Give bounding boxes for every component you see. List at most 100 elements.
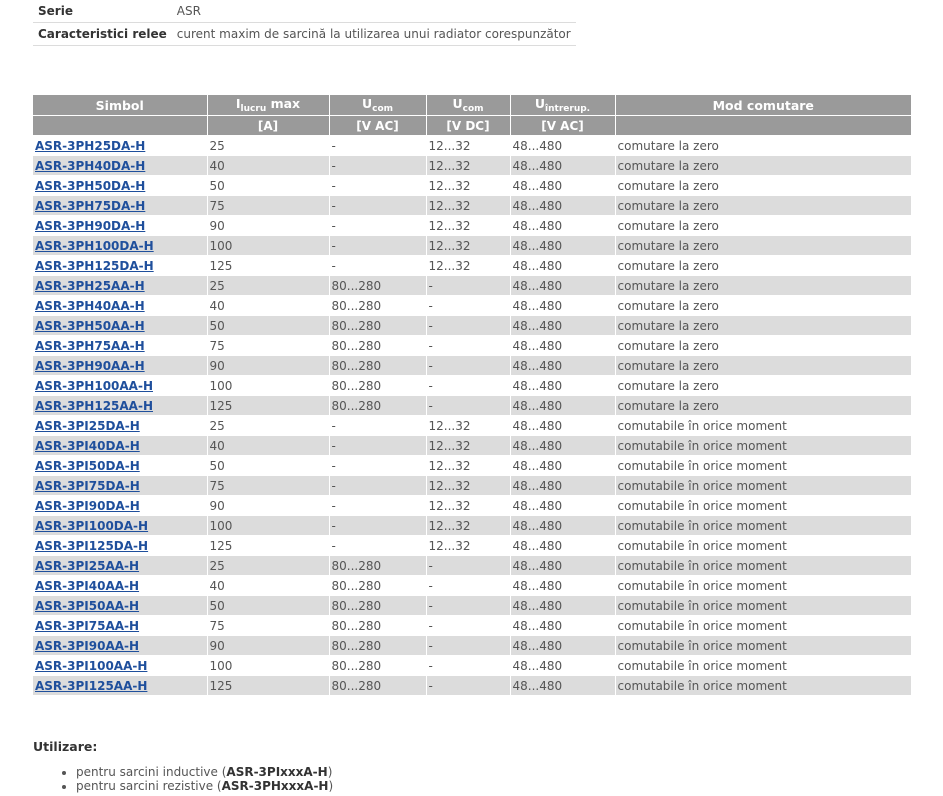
ucom-ac-cell: - bbox=[328, 455, 426, 476]
product-link[interactable]: ASR-3PI90AA-H bbox=[35, 639, 139, 653]
product-link[interactable]: ASR-3PI40AA-H bbox=[35, 579, 139, 593]
ucom-ac-cell: - bbox=[328, 175, 426, 196]
table-row: ASR-3PH90DA-H 90-12...32 48...480 comutare … bbox=[33, 215, 911, 236]
info-label: Caracteristici relee bbox=[33, 22, 172, 46]
product-link[interactable]: ASR-3PI125AA-H bbox=[35, 679, 147, 693]
product-link[interactable]: ASR-3PH100DA-H bbox=[35, 239, 154, 253]
product-link[interactable]: ASR-3PH100AA-H bbox=[35, 379, 153, 393]
product-link[interactable]: ASR-3PI25DA-H bbox=[35, 419, 140, 433]
table-row: ASR-3PI125AA-H 125 80...280-48...480 comuta… bbox=[33, 675, 911, 695]
ucom-dc-cell: 12...32 bbox=[425, 535, 510, 556]
current-cell: 40 bbox=[206, 155, 329, 176]
table-row: ASR-3PH100DA-H 100-12...32 48...480 comutar… bbox=[33, 235, 911, 256]
current-cell: 125 bbox=[206, 255, 329, 276]
product-link[interactable]: ASR-3PI100DA-H bbox=[35, 519, 148, 533]
uintrerup-cell: 48...480 bbox=[509, 155, 615, 176]
table-row: ASR-3PI25DA-H 25-12...32 48...480 comutabil… bbox=[33, 415, 911, 436]
mode-cell: comutare la zero bbox=[614, 295, 911, 316]
product-link[interactable]: ASR-3PI50DA-H bbox=[35, 459, 140, 473]
product-link[interactable]: ASR-3PI25AA-H bbox=[35, 559, 139, 573]
header-ilucru[interactable]: Ilucru max bbox=[206, 95, 329, 116]
product-link[interactable]: ASR-3PH50AA-H bbox=[35, 319, 145, 333]
mode-cell: comutabile în orice moment bbox=[614, 415, 911, 436]
product-link[interactable]: ASR-3PH125DA-H bbox=[35, 259, 154, 273]
table-row: ASR-3PH40AA-H 40 80...280-48...480 comutare… bbox=[33, 295, 911, 316]
uintrerup-cell: 48...480 bbox=[509, 295, 615, 316]
table-row: ASR-3PH100AA-H 100 80...280-48...480 comuta… bbox=[33, 375, 911, 396]
product-link[interactable]: ASR-3PI40DA-H bbox=[35, 439, 140, 453]
uintrerup-cell: 48...480 bbox=[509, 215, 615, 236]
table-row: ASR-3PI25AA-H 25 80...280-48...480 comutabi… bbox=[33, 555, 911, 576]
info-row-caracteristici: Caracteristici relee curent maxim de sar… bbox=[33, 22, 576, 46]
product-link[interactable]: ASR-3PH90AA-H bbox=[35, 359, 145, 373]
usage-item: pentru sarcini rezistive (ASR-3PHxxxA-H) bbox=[76, 779, 333, 793]
symbol-cell: ASR-3PH25AA-H bbox=[33, 275, 207, 296]
symbol-cell: ASR-3PH90DA-H bbox=[33, 215, 207, 236]
symbol-cell: ASR-3PI125AA-H bbox=[33, 675, 207, 695]
symbol-cell: ASR-3PI75AA-H bbox=[33, 615, 207, 636]
ucom-dc-cell: 12...32 bbox=[425, 435, 510, 456]
unit-cell bbox=[614, 115, 911, 136]
header-simbol[interactable]: Simbol bbox=[33, 95, 207, 116]
uintrerup-cell: 48...480 bbox=[509, 175, 615, 196]
unit-cell: [V AC] bbox=[509, 115, 615, 136]
current-cell: 125 bbox=[206, 395, 329, 416]
product-link[interactable]: ASR-3PH90DA-H bbox=[35, 219, 145, 233]
ucom-ac-cell: 80...280 bbox=[328, 375, 426, 396]
product-link[interactable]: ASR-3PH40AA-H bbox=[35, 299, 145, 313]
product-link[interactable]: ASR-3PI75DA-H bbox=[35, 479, 140, 493]
symbol-cell: ASR-3PH100AA-H bbox=[33, 375, 207, 396]
uintrerup-cell: 48...480 bbox=[509, 275, 615, 296]
ucom-ac-cell: - bbox=[328, 435, 426, 456]
ucom-dc-cell: - bbox=[425, 315, 510, 336]
current-cell: 40 bbox=[206, 575, 329, 596]
product-link[interactable]: ASR-3PH25DA-H bbox=[35, 139, 145, 153]
table-row: ASR-3PH50AA-H 50 80...280-48...480 comutare… bbox=[33, 315, 911, 336]
current-cell: 50 bbox=[206, 315, 329, 336]
symbol-cell: ASR-3PI40AA-H bbox=[33, 575, 207, 596]
uintrerup-cell: 48...480 bbox=[509, 475, 615, 496]
mode-cell: comutare la zero bbox=[614, 315, 911, 336]
product-link[interactable]: ASR-3PH75DA-H bbox=[35, 199, 145, 213]
mode-cell: comutare la zero bbox=[614, 135, 911, 156]
mode-cell: comutabile în orice moment bbox=[614, 435, 911, 456]
table-row: ASR-3PI100DA-H 100-12...32 48...480 comutab… bbox=[33, 515, 911, 536]
product-link[interactable]: ASR-3PH125AA-H bbox=[35, 399, 153, 413]
table-header-row: Simbol Ilucru max Ucom Ucom Uîntrerup. M… bbox=[33, 95, 911, 116]
current-cell: 50 bbox=[206, 595, 329, 616]
table-row: ASR-3PH50DA-H 50-12...32 48...480 comutare … bbox=[33, 175, 911, 196]
table-row: ASR-3PI125DA-H 125-12...32 48...480 comutab… bbox=[33, 535, 911, 556]
current-cell: 25 bbox=[206, 135, 329, 156]
product-link[interactable]: ASR-3PI125DA-H bbox=[35, 539, 148, 553]
header-ucom-ac[interactable]: Ucom bbox=[328, 95, 426, 116]
ucom-ac-cell: - bbox=[328, 235, 426, 256]
product-link[interactable]: ASR-3PI75AA-H bbox=[35, 619, 139, 633]
header-uintrerup[interactable]: Uîntrerup. bbox=[509, 95, 615, 116]
product-link[interactable]: ASR-3PH75AA-H bbox=[35, 339, 145, 353]
header-mod-comutare[interactable]: Mod comutare bbox=[614, 95, 911, 116]
ucom-dc-cell: 12...32 bbox=[425, 155, 510, 176]
product-link[interactable]: ASR-3PH50DA-H bbox=[35, 179, 145, 193]
usage-list: pentru sarcini inductive (ASR-3PIxxxA-H)… bbox=[60, 765, 333, 793]
mode-cell: comutabile în orice moment bbox=[614, 515, 911, 536]
product-link[interactable]: ASR-3PI50AA-H bbox=[35, 599, 139, 613]
product-link[interactable]: ASR-3PH25AA-H bbox=[35, 279, 145, 293]
product-link[interactable]: ASR-3PH40DA-H bbox=[35, 159, 145, 173]
product-link[interactable]: ASR-3PI90DA-H bbox=[35, 499, 140, 513]
symbol-cell: ASR-3PI125DA-H bbox=[33, 535, 207, 556]
unit-cell: [A] bbox=[206, 115, 329, 136]
mode-cell: comutare la zero bbox=[614, 255, 911, 276]
ucom-ac-cell: 80...280 bbox=[328, 315, 426, 336]
mode-cell: comutare la zero bbox=[614, 155, 911, 176]
current-cell: 75 bbox=[206, 475, 329, 496]
symbol-cell: ASR-3PH25DA-H bbox=[33, 135, 207, 156]
info-value: ASR bbox=[171, 0, 576, 23]
table-row: ASR-3PI40DA-H 40-12...32 48...480 comutabil… bbox=[33, 435, 911, 456]
uintrerup-cell: 48...480 bbox=[509, 655, 615, 676]
table-row: ASR-3PI90DA-H 90-12...32 48...480 comutabil… bbox=[33, 495, 911, 516]
product-link[interactable]: ASR-3PI100AA-H bbox=[35, 659, 147, 673]
current-cell: 100 bbox=[206, 655, 329, 676]
header-ucom-dc[interactable]: Ucom bbox=[425, 95, 510, 116]
current-cell: 125 bbox=[206, 675, 329, 695]
ucom-ac-cell: 80...280 bbox=[328, 655, 426, 676]
